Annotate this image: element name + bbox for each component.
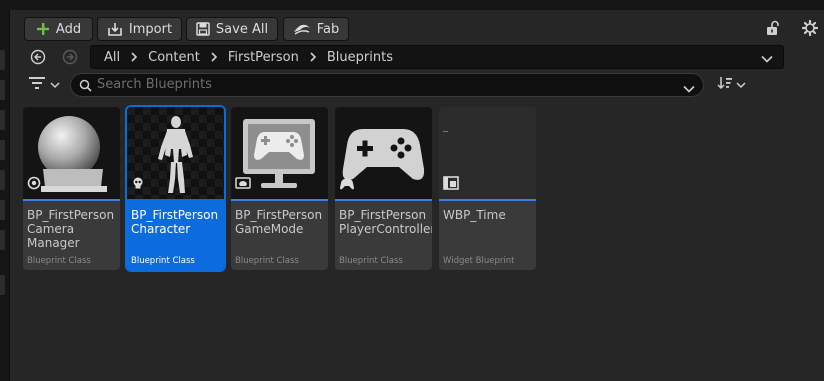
dock-tab[interactable] bbox=[0, 275, 5, 295]
camera-badge-icon bbox=[27, 176, 41, 194]
fab-label: Fab bbox=[316, 21, 340, 37]
camera-manager-thumbnail bbox=[23, 107, 120, 199]
search-box[interactable]: Search Blueprints bbox=[70, 73, 704, 97]
dock-tab[interactable] bbox=[0, 140, 5, 160]
character-thumbnail bbox=[127, 107, 224, 199]
chevron-right-icon[interactable] bbox=[130, 52, 138, 62]
gamemode-thumbnail bbox=[231, 107, 328, 199]
breadcrumb-item-all[interactable]: All bbox=[104, 50, 120, 65]
left-dock-strip bbox=[0, 0, 10, 381]
asset-type-line bbox=[231, 199, 328, 201]
dock-tab[interactable] bbox=[0, 110, 5, 130]
dock-tab[interactable] bbox=[0, 50, 5, 70]
plus-icon bbox=[36, 22, 50, 36]
save-all-button[interactable]: Save All bbox=[186, 17, 278, 41]
fab-button[interactable]: Fab bbox=[283, 17, 349, 41]
dock-tab[interactable] bbox=[0, 170, 5, 190]
fab-icon bbox=[293, 23, 311, 35]
chevron-right-icon[interactable] bbox=[210, 52, 218, 62]
asset-class: Blueprint Class bbox=[339, 256, 403, 266]
chevron-right-icon[interactable] bbox=[309, 52, 317, 62]
breadcrumb-item-content[interactable]: Content bbox=[148, 50, 200, 65]
sort-icon bbox=[716, 76, 733, 94]
save-icon bbox=[196, 22, 210, 36]
asset-tile-character[interactable]: BP_FirstPerson Character Blueprint Class bbox=[125, 105, 226, 272]
import-icon bbox=[107, 21, 123, 37]
asset-class: Widget Blueprint bbox=[443, 256, 515, 266]
asset-name: BP_FirstPerson GameMode bbox=[235, 208, 323, 236]
lock-icon[interactable] bbox=[763, 18, 783, 38]
asset-type-line bbox=[127, 199, 224, 201]
widget-thumbnail bbox=[439, 107, 536, 199]
asset-tile-camera-manager[interactable]: BP_FirstPerson Camera Manager Blueprint … bbox=[23, 107, 120, 270]
forward-arrow-icon[interactable] bbox=[60, 47, 80, 67]
chevron-down-icon bbox=[735, 78, 746, 93]
asset-class: Blueprint Class bbox=[235, 256, 299, 266]
add-button[interactable]: Add bbox=[24, 17, 93, 41]
asset-type-line bbox=[439, 199, 536, 201]
sort-dropdown-button[interactable] bbox=[714, 75, 748, 95]
filter-icon bbox=[28, 77, 45, 93]
asset-type-line bbox=[23, 199, 120, 201]
breadcrumb-item-firstperson[interactable]: FirstPerson bbox=[228, 50, 299, 65]
chevron-down-icon[interactable] bbox=[683, 82, 695, 97]
asset-tile-wbp-time[interactable]: WBP_Time Widget Blueprint bbox=[439, 107, 536, 270]
back-arrow-icon[interactable] bbox=[28, 47, 48, 67]
asset-tile-playercontroller[interactable]: BP_FirstPerson PlayerController Blueprin… bbox=[335, 107, 432, 270]
dock-tab[interactable] bbox=[0, 80, 5, 100]
search-input[interactable]: Search Blueprints bbox=[97, 77, 212, 92]
top-strip bbox=[9, 0, 824, 10]
playercontroller-thumbnail bbox=[335, 107, 432, 199]
settings-gear-icon[interactable] bbox=[800, 18, 820, 38]
chevron-down-icon[interactable] bbox=[761, 52, 773, 67]
dock-tab[interactable] bbox=[0, 200, 5, 220]
chevron-down-icon bbox=[49, 78, 60, 93]
gamemode-badge-icon bbox=[235, 177, 251, 194]
asset-name: BP_FirstPerson PlayerController bbox=[339, 208, 432, 236]
asset-class: Blueprint Class bbox=[131, 256, 195, 266]
asset-name: WBP_Time bbox=[443, 208, 506, 222]
breadcrumb: All Content FirstPerson Blueprints bbox=[90, 45, 784, 69]
import-label: Import bbox=[128, 21, 173, 37]
asset-name: BP_FirstPerson Character bbox=[131, 208, 219, 236]
breadcrumb-item-blueprints[interactable]: Blueprints bbox=[327, 50, 393, 65]
import-button[interactable]: Import bbox=[97, 17, 182, 41]
filter-dropdown-button[interactable] bbox=[26, 75, 62, 95]
add-label: Add bbox=[55, 21, 82, 37]
save-all-label: Save All bbox=[215, 21, 269, 37]
asset-tile-gamemode[interactable]: BP_FirstPerson GameMode Blueprint Class bbox=[231, 107, 328, 270]
search-icon bbox=[79, 79, 92, 96]
gamepad-badge-icon bbox=[339, 178, 355, 194]
asset-name: BP_FirstPerson Camera Manager bbox=[27, 208, 115, 250]
asset-type-line bbox=[335, 199, 432, 201]
widget-badge-icon bbox=[443, 176, 459, 194]
asset-class: Blueprint Class bbox=[27, 256, 91, 266]
dock-tab[interactable] bbox=[0, 230, 5, 250]
skull-badge-icon bbox=[131, 176, 145, 194]
